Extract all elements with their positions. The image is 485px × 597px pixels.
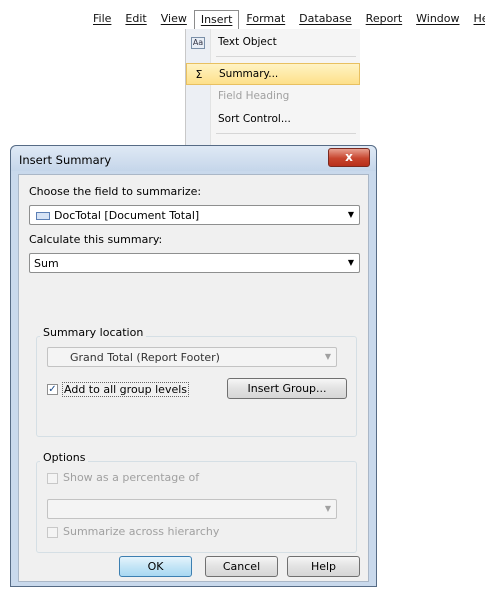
- percentage-select[interactable]: ▼: [47, 499, 337, 519]
- database-field-icon: [36, 212, 50, 220]
- dialog-title: Insert Summary: [19, 153, 112, 167]
- field-select[interactable]: DocTotal [Document Total] ▼: [29, 205, 360, 225]
- insert-summary-dialog: Insert Summary x Choose the field to sum…: [10, 145, 377, 587]
- menu-separator: [216, 56, 356, 57]
- chevron-down-icon: ▼: [347, 210, 354, 219]
- add-group-levels-label: Add to all group levels: [62, 382, 190, 397]
- menu-item-label: Summary...: [219, 68, 279, 80]
- menu-item-label: Text Object: [218, 36, 277, 48]
- close-button[interactable]: x: [328, 148, 370, 167]
- ok-button[interactable]: OK: [119, 556, 192, 577]
- show-percentage-checkbox[interactable]: [47, 473, 58, 484]
- location-select-value: Grand Total (Report Footer): [70, 351, 220, 364]
- summary-location-title: Summary location: [40, 326, 147, 339]
- location-select[interactable]: Grand Total (Report Footer) ▼: [47, 347, 337, 367]
- calc-select-value: Sum: [34, 257, 59, 270]
- menu-format[interactable]: Format: [239, 10, 292, 28]
- field-select-value: DocTotal [Document Total]: [54, 209, 200, 222]
- options-title: Options: [40, 451, 89, 464]
- chevron-down-icon: ▼: [324, 504, 331, 513]
- menu-item-label: Sort Control...: [218, 113, 291, 125]
- menu-file[interactable]: File: [86, 10, 118, 28]
- menu-item-label: Field Heading: [218, 90, 290, 102]
- show-percentage-label: Show as a percentage of: [63, 471, 200, 484]
- menu-database[interactable]: Database: [292, 10, 359, 28]
- insert-menu-dropdown: Aa Text Object Σ Summary... Field Headin…: [185, 29, 360, 149]
- add-group-levels-checkbox[interactable]: ✓: [47, 384, 58, 395]
- close-icon: x: [345, 150, 353, 164]
- calc-label: Calculate this summary:: [29, 233, 163, 246]
- menu-item-sort-control[interactable]: Sort Control...: [186, 108, 360, 130]
- menu-window[interactable]: Window: [409, 10, 466, 28]
- chevron-down-icon: ▼: [347, 258, 354, 267]
- menu-separator: [216, 133, 356, 134]
- menu-item-summary[interactable]: Σ Summary...: [186, 63, 360, 85]
- summarize-hierarchy-label: Summarize across hierarchy: [63, 525, 220, 538]
- cancel-button[interactable]: Cancel: [205, 556, 278, 577]
- menu-help[interactable]: Hel: [467, 10, 485, 28]
- text-object-icon: Aa: [190, 37, 206, 49]
- help-button[interactable]: Help: [287, 556, 360, 577]
- summarize-hierarchy-checkbox[interactable]: [47, 527, 58, 538]
- menu-edit[interactable]: Edit: [118, 10, 153, 28]
- menu-insert[interactable]: Insert: [193, 9, 240, 29]
- field-label: Choose the field to summarize:: [29, 185, 202, 198]
- menu-report[interactable]: Report: [359, 10, 409, 28]
- sigma-icon: Σ: [195, 67, 203, 81]
- chevron-down-icon: ▼: [324, 352, 331, 361]
- calc-select[interactable]: Sum ▼: [29, 253, 360, 273]
- dialog-titlebar[interactable]: Insert Summary x: [11, 146, 376, 171]
- insert-group-button[interactable]: Insert Group...: [227, 378, 347, 399]
- menu-item-field-heading[interactable]: Field Heading: [186, 85, 360, 107]
- menu-bar: File Edit View Insert Format Database Re…: [86, 9, 485, 29]
- dialog-client-area: Choose the field to summarize: DocTotal …: [18, 174, 369, 582]
- menu-view[interactable]: View: [154, 10, 194, 28]
- menu-item-text-object[interactable]: Aa Text Object: [186, 31, 360, 53]
